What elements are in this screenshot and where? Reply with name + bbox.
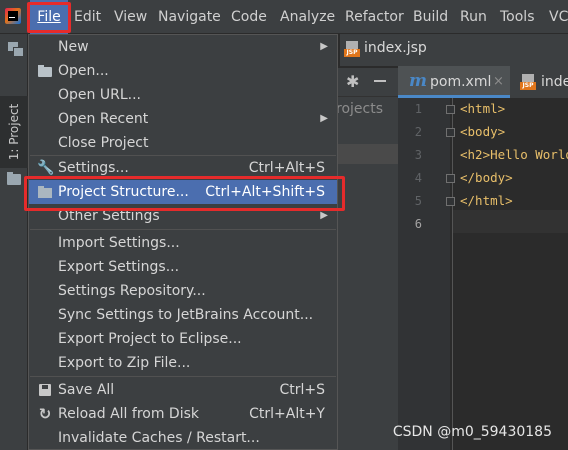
menu-build[interactable]: Build	[413, 0, 448, 34]
hide-panel-icon[interactable]	[374, 80, 386, 82]
menu-item-import-settings[interactable]: Import Settings...	[29, 231, 337, 255]
menu-item-label: Project Structure...	[58, 184, 189, 200]
fold-marker-icon[interactable]	[446, 105, 455, 114]
menu-item-label: Settings Repository...	[58, 283, 206, 299]
menu-item-open-recent[interactable]: Open Recent ▶	[29, 107, 337, 131]
close-tab-icon[interactable]: ×	[493, 74, 504, 89]
menubar: File Edit View Navigate Code Analyze Ref…	[0, 0, 568, 34]
menu-item-label: Other Settings	[58, 208, 160, 224]
project-tool-tab[interactable]: 1: Project	[0, 96, 28, 168]
menu-analyze[interactable]: Analyze	[280, 0, 335, 34]
menu-item-label: Open URL...	[58, 87, 141, 103]
menu-view[interactable]: View	[114, 0, 147, 34]
jsp-file-icon: JSP	[520, 74, 536, 90]
code-line-text: <h2>Hello World	[460, 147, 568, 162]
menu-edit[interactable]: Edit	[74, 0, 101, 34]
current-line-highlight	[453, 210, 568, 233]
menu-item-shortcut: Ctrl+Alt+S	[248, 160, 325, 176]
menu-item-invalidate-caches[interactable]: Invalidate Caches / Restart...	[29, 426, 337, 450]
submenu-arrow-icon: ▶	[320, 113, 328, 124]
maven-icon: m	[409, 71, 427, 91]
menu-item-export-zip[interactable]: Export to Zip File...	[29, 351, 337, 375]
menu-item-label: Invalidate Caches / Restart...	[58, 430, 260, 446]
menu-item-label: Open...	[58, 63, 109, 79]
structure-icon[interactable]	[8, 42, 23, 56]
project-structure-icon	[37, 185, 53, 199]
menu-item-save-all[interactable]: Save All Ctrl+S	[29, 378, 337, 402]
menu-item-label: Close Project	[58, 135, 149, 151]
menu-item-project-structure[interactable]: Project Structure... Ctrl+Alt+Shift+S	[29, 180, 337, 204]
folder-icon	[7, 172, 21, 185]
menu-item-export-settings[interactable]: Export Settings...	[29, 255, 337, 279]
save-icon	[37, 383, 53, 397]
line-number: 3	[414, 148, 422, 162]
jsp-file-icon: JSP	[344, 41, 360, 57]
menu-item-open-url[interactable]: Open URL...	[29, 83, 337, 107]
menu-tools[interactable]: Tools	[500, 0, 535, 34]
gear-icon[interactable]: ✱	[346, 72, 359, 91]
menu-item-settings-repository[interactable]: Settings Repository...	[29, 279, 337, 303]
code-line: <h2>Hello World	[460, 147, 568, 162]
menu-navigate[interactable]: Navigate	[158, 0, 221, 34]
projects-label: rojects	[336, 101, 383, 117]
project-tab-label: 1: Project	[7, 103, 21, 161]
code-line: <body>	[460, 124, 506, 139]
navbar-file-label[interactable]: index.jsp	[364, 40, 427, 56]
menu-code[interactable]: Code	[231, 0, 267, 34]
line-number: 6	[414, 217, 422, 231]
code-line: </html>	[460, 193, 513, 208]
menu-separator	[30, 229, 336, 230]
tab-index-label: inde	[541, 74, 568, 90]
menu-file-label: File	[37, 9, 61, 25]
submenu-arrow-icon: ▶	[320, 41, 328, 52]
folder-open-icon	[37, 64, 53, 78]
menu-run[interactable]: Run	[460, 0, 487, 34]
menu-item-export-eclipse[interactable]: Export Project to Eclipse...	[29, 327, 337, 351]
menu-item-label: Export Project to Eclipse...	[58, 331, 242, 347]
menu-item-shortcut: Ctrl+S	[279, 382, 325, 398]
menu-item-label: Reload All from Disk	[58, 406, 199, 422]
menu-item-open[interactable]: Open...	[29, 59, 337, 83]
fold-marker-icon[interactable]	[446, 174, 455, 183]
menu-item-label: Export to Zip File...	[58, 355, 191, 371]
menu-file[interactable]: File	[30, 0, 68, 34]
fold-marker-icon[interactable]	[446, 197, 455, 206]
menu-item-label: Settings...	[58, 160, 129, 176]
tool-window-strip: 1: Project	[0, 34, 28, 450]
menu-item-shortcut: Ctrl+Alt+Shift+S	[205, 184, 325, 200]
tab-pom-label: pom.xml	[430, 74, 492, 90]
line-number: 5	[414, 194, 422, 208]
file-menu-dropdown: New ▶ Open... Open URL... Open Recent ▶ …	[28, 34, 338, 450]
wrench-icon: 🔧	[37, 160, 55, 176]
intellij-logo-icon	[5, 8, 21, 24]
menu-refactor[interactable]: Refactor	[345, 0, 404, 34]
menu-item-label: Sync Settings to JetBrains Account...	[58, 307, 314, 323]
line-number: 1	[414, 102, 422, 116]
menu-item-shortcut: Ctrl+Alt+Y	[249, 406, 325, 422]
menu-item-label: Save All	[58, 382, 115, 398]
menu-separator	[30, 376, 336, 377]
menu-item-new[interactable]: New ▶	[29, 35, 337, 59]
menu-item-reload-all[interactable]: ↻ Reload All from Disk Ctrl+Alt+Y	[29, 402, 337, 426]
menu-item-label: New	[58, 39, 89, 55]
submenu-arrow-icon: ▶	[320, 210, 328, 221]
menu-item-label: Export Settings...	[58, 259, 180, 275]
menu-item-label: Open Recent	[58, 111, 149, 127]
menu-item-sync-settings[interactable]: Sync Settings to JetBrains Account...	[29, 303, 337, 327]
menu-item-close-project[interactable]: Close Project	[29, 131, 337, 155]
line-number: 4	[414, 171, 422, 185]
menu-item-label: Import Settings...	[58, 235, 180, 251]
code-line: </body>	[460, 170, 513, 185]
menu-item-settings[interactable]: 🔧 Settings... Ctrl+Alt+S	[29, 156, 337, 180]
menu-vcs[interactable]: VC	[549, 0, 568, 34]
reload-icon: ↻	[38, 405, 52, 423]
menu-item-other-settings[interactable]: Other Settings ▶	[29, 204, 337, 228]
code-line: <html>	[460, 101, 506, 116]
watermark: CSDN @m0_59430185	[392, 424, 552, 440]
fold-marker-icon[interactable]	[446, 128, 455, 137]
line-number: 2	[414, 125, 422, 139]
gutter-divider	[452, 98, 453, 450]
